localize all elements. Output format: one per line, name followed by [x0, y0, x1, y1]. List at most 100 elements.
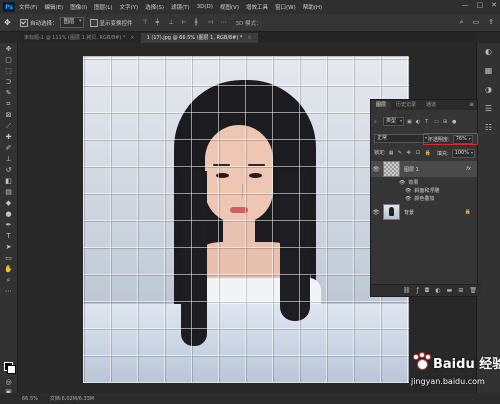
menu-edit[interactable]: 编辑(E)	[44, 3, 63, 11]
rectangle-tool-icon[interactable]: ▭	[3, 254, 15, 263]
artboard-tool-icon[interactable]: ▢	[3, 56, 15, 65]
marquee-tool-icon[interactable]: ⬚	[3, 67, 15, 76]
menu-file[interactable]: 文件(F)	[19, 3, 37, 11]
align-bottom-icon[interactable]: ⊥	[169, 19, 176, 26]
add-style-icon[interactable]: ƒ	[417, 287, 419, 294]
menu-type[interactable]: 文字(Y)	[120, 3, 139, 11]
tab-active-document[interactable]: 1 (17).jpg @ 66.5% (图层 1, RGB/8#) * ×	[140, 33, 258, 43]
menu-view[interactable]: 视图(V)	[220, 3, 239, 11]
stamp-tool-icon[interactable]: ⊥	[3, 155, 15, 164]
gradient-tool-icon[interactable]: ▤	[3, 188, 15, 197]
healing-brush-icon[interactable]: ✚	[3, 133, 15, 142]
visibility-eye-icon[interactable]: 👁	[405, 188, 411, 194]
filter-kind-dropdown[interactable]: 类型	[383, 117, 405, 126]
blend-mode-dropdown[interactable]: 正常	[374, 134, 429, 143]
effects-header[interactable]: 👁 效果	[399, 179, 418, 187]
layer-effects-icon[interactable]: fx	[466, 166, 471, 172]
share-icon[interactable]: ⇪	[488, 18, 494, 27]
layer-row-layer1[interactable]: 👁 图层 1 fx	[371, 161, 477, 177]
eyedropper-tool-icon[interactable]: ⟋	[3, 122, 15, 131]
more-tools-icon[interactable]: ⋯	[3, 287, 15, 296]
layer-row-background[interactable]: 👁 背景 🔒	[371, 204, 477, 220]
swatches-panel-icon[interactable]: ▦	[483, 66, 495, 76]
lock-position-icon[interactable]: ✥	[407, 150, 413, 156]
link-layers-icon[interactable]: ⛓	[403, 287, 411, 294]
filter-type-icon[interactable]: T	[425, 119, 431, 125]
add-mask-icon[interactable]: ◘	[425, 287, 430, 294]
adjustments-panel-icon[interactable]: ◑	[483, 85, 495, 95]
frame-tool-icon[interactable]: ⊠	[3, 111, 15, 120]
crop-tool-icon[interactable]: ⌗	[3, 100, 15, 109]
dodge-tool-icon[interactable]: ●	[3, 210, 15, 219]
tab-untitled[interactable]: 未标题-1 @ 111% (图层 1 拷贝, RGB/8#) * ×	[18, 33, 141, 43]
tab-layers[interactable]: 图层	[371, 101, 392, 110]
menu-plugins[interactable]: 增效工具	[246, 3, 268, 11]
auto-select-dropdown[interactable]: 图层	[59, 17, 84, 28]
menu-filter[interactable]: 滤镜(T)	[171, 3, 190, 11]
close-window-button[interactable]: ✕	[491, 1, 497, 9]
effect-color-overlay[interactable]: 👁 颜色叠加	[405, 195, 434, 203]
tab-channels[interactable]: 通道	[421, 101, 441, 110]
visibility-eye-icon[interactable]: 👁	[405, 196, 411, 202]
delete-layer-icon[interactable]: 🗑	[469, 287, 477, 294]
tab-history[interactable]: 历史记录	[391, 101, 421, 110]
type-tool-icon[interactable]: T	[3, 232, 15, 241]
distribute-icon[interactable]: ⋯	[221, 19, 228, 26]
brush-tool-icon[interactable]: ✐	[3, 144, 15, 153]
lock-all-icon[interactable]: 🔒	[425, 150, 431, 156]
lock-pixels-icon[interactable]: ✎	[398, 150, 404, 156]
visibility-eye-icon[interactable]: 👁	[371, 166, 381, 173]
filter-toggle-icon[interactable]: ●	[452, 119, 458, 125]
adjustment-layer-icon[interactable]: ◐	[435, 287, 440, 294]
align-right-icon[interactable]: ⊣	[208, 19, 215, 26]
visibility-eye-icon[interactable]: 👁	[371, 209, 381, 216]
quick-select-tool-icon[interactable]: ✎	[3, 89, 15, 98]
filter-pixel-icon[interactable]: ▣	[407, 119, 413, 125]
effect-bevel-emboss[interactable]: 👁 斜面和浮雕	[405, 187, 439, 195]
history-brush-icon[interactable]: ↺	[3, 166, 15, 175]
lock-transparent-icon[interactable]: ▦	[389, 150, 395, 156]
align-vcenter-icon[interactable]: ╪	[156, 19, 163, 26]
visibility-eye-icon[interactable]: 👁	[399, 180, 405, 186]
menu-3d[interactable]: 3D(D)	[197, 4, 213, 10]
align-top-icon[interactable]: ⊤	[143, 19, 150, 26]
panel-menu-icon[interactable]: ≡	[469, 101, 474, 108]
filter-adjust-icon[interactable]: ◐	[416, 119, 422, 125]
align-hcenter-icon[interactable]: ╫	[195, 19, 202, 26]
blur-tool-icon[interactable]: ◆	[3, 199, 15, 208]
search-icon[interactable]: ⌕	[460, 18, 464, 27]
hand-tool-icon[interactable]: ✋	[3, 265, 15, 274]
eraser-tool-icon[interactable]: ◧	[3, 177, 15, 186]
path-select-icon[interactable]: ➤	[3, 243, 15, 252]
move-tool-icon[interactable]: ✥	[4, 18, 20, 27]
lasso-tool-icon[interactable]: ᑐ	[3, 78, 15, 87]
new-group-icon[interactable]: ▬	[447, 287, 453, 294]
move-tool-icon[interactable]: ✥	[3, 45, 15, 54]
menu-window[interactable]: 窗口(W)	[275, 3, 296, 11]
zoom-level[interactable]: 66.5%	[22, 396, 38, 402]
maximize-button[interactable]: □	[477, 1, 484, 9]
align-left-icon[interactable]: ⊢	[182, 19, 189, 26]
menu-layer[interactable]: 图层(L)	[94, 3, 112, 11]
minimize-button[interactable]: —	[462, 1, 469, 9]
menu-select[interactable]: 选择(S)	[145, 3, 164, 11]
close-tab-icon[interactable]: ×	[247, 35, 251, 41]
quick-mask-icon[interactable]: ◎	[3, 378, 15, 387]
lock-artboard-icon[interactable]: ⊡	[416, 150, 422, 156]
new-layer-icon[interactable]: ⊞	[458, 287, 463, 294]
pen-tool-icon[interactable]: ✒	[3, 221, 15, 230]
fill-input[interactable]: 100%	[451, 149, 475, 158]
menu-help[interactable]: 帮助(H)	[303, 3, 322, 11]
menu-image[interactable]: 图像(I)	[70, 3, 87, 11]
background-color-swatch[interactable]	[7, 365, 16, 374]
show-transform-checkbox[interactable]	[89, 18, 98, 27]
properties-panel-icon[interactable]: ☰	[483, 104, 495, 114]
libraries-panel-icon[interactable]: ☷	[483, 123, 495, 133]
color-panel-icon[interactable]: ◐	[483, 47, 495, 57]
zoom-tool-icon[interactable]: ⌕	[3, 276, 15, 285]
filter-smart-icon[interactable]: ⊞	[443, 119, 449, 125]
filter-shape-icon[interactable]: ▭	[434, 119, 440, 125]
close-tab-icon[interactable]: ×	[130, 35, 134, 41]
auto-select-checkbox[interactable]	[20, 18, 28, 27]
workspace-icon[interactable]: ▭	[473, 18, 480, 27]
